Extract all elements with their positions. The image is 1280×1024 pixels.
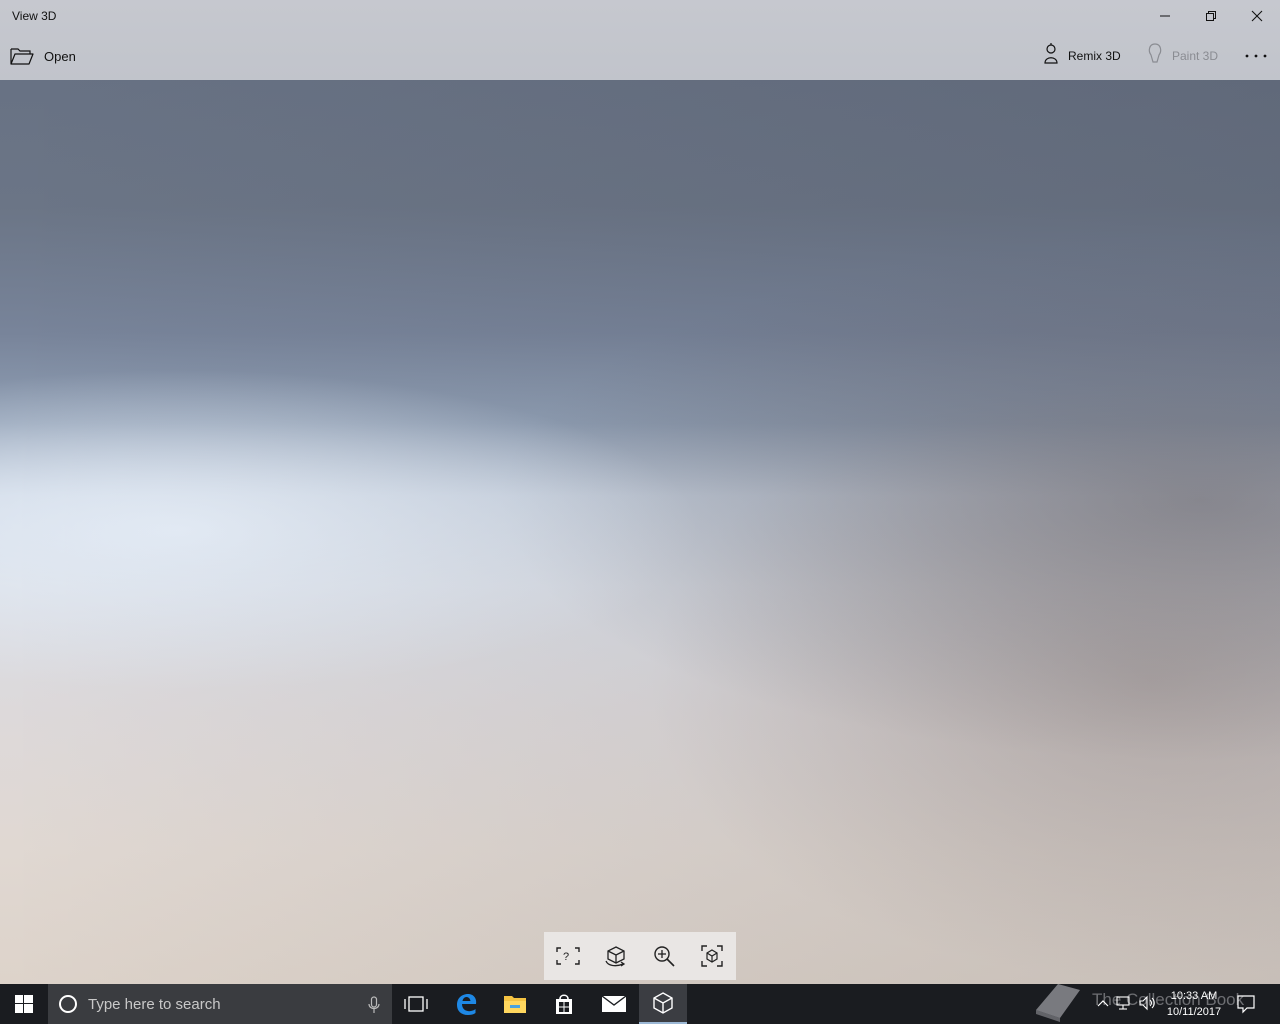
taskbar: Type here to search The Collection Book … xyxy=(0,984,1280,1024)
paint-3d-button[interactable]: Paint 3D xyxy=(1144,42,1228,70)
reset-view-button[interactable] xyxy=(688,932,736,980)
restore-icon xyxy=(1206,11,1216,21)
folder-open-icon xyxy=(8,44,36,68)
reset-view-icon xyxy=(701,945,723,967)
open-button[interactable]: Open xyxy=(8,42,88,70)
svg-text:?: ? xyxy=(563,951,569,963)
viewport-shading xyxy=(0,80,1280,984)
minimize-icon xyxy=(1160,15,1170,17)
window-title: View 3D xyxy=(12,9,57,23)
clock-time: 10:33 AM xyxy=(1170,990,1218,1002)
remix-3d-label: Remix 3D xyxy=(1068,49,1121,63)
mail-icon xyxy=(601,995,627,1012)
restore-button[interactable] xyxy=(1188,0,1234,32)
open-label: Open xyxy=(44,48,76,64)
zoom-button[interactable] xyxy=(640,932,688,980)
taskbar-edge[interactable] xyxy=(442,984,490,1024)
microphone-icon[interactable] xyxy=(368,996,380,1014)
edge-icon xyxy=(457,994,477,1015)
view3d-window: View 3D Open Remix 3D Paint 3D ? xyxy=(0,0,1280,984)
title-bar: View 3D Open Remix 3D Paint 3D xyxy=(0,0,1280,80)
taskbar-clock[interactable]: 10:33 AM 10/11/2017 xyxy=(1158,988,1230,1020)
paint-3d-label: Paint 3D xyxy=(1172,49,1219,63)
taskbar-file-explorer[interactable] xyxy=(491,984,539,1024)
taskbar-search-box[interactable]: Type here to search xyxy=(48,984,392,1024)
task-view-button[interactable] xyxy=(392,984,440,1024)
taskbar-mail[interactable] xyxy=(590,984,638,1024)
cortana-icon xyxy=(48,994,88,1014)
view-toolbar: ? xyxy=(544,932,736,980)
task-view-icon xyxy=(404,996,428,1012)
volume-icon[interactable] xyxy=(1138,994,1158,1012)
network-icon[interactable] xyxy=(1114,994,1134,1012)
taskbar-view-3d[interactable] xyxy=(639,984,687,1024)
tray-icons xyxy=(1096,994,1158,1012)
search-placeholder: Type here to search xyxy=(88,995,221,1013)
remix-3d-icon xyxy=(1040,42,1062,71)
zoom-in-icon xyxy=(654,946,675,967)
3d-viewport[interactable] xyxy=(0,80,1280,984)
more-icon xyxy=(1245,54,1267,58)
folder-icon xyxy=(504,996,526,1013)
action-center-icon[interactable] xyxy=(1236,994,1256,1014)
taskbar-store[interactable] xyxy=(540,984,588,1024)
more-options-button[interactable] xyxy=(1238,42,1274,70)
show-hidden-icons-icon[interactable] xyxy=(1096,994,1110,1012)
watermark-book-icon xyxy=(1036,984,1080,1022)
paint-3d-icon xyxy=(1144,42,1166,71)
close-button[interactable] xyxy=(1234,0,1280,32)
minimize-button[interactable] xyxy=(1142,0,1188,32)
start-button[interactable] xyxy=(0,984,48,1024)
view-3d-icon xyxy=(653,992,673,1014)
animation-icon xyxy=(605,946,626,967)
remix-3d-button[interactable]: Remix 3D xyxy=(1040,42,1130,70)
mixed-reality-button[interactable]: ? xyxy=(544,932,592,980)
close-icon xyxy=(1251,10,1263,22)
mixed-reality-icon: ? xyxy=(556,947,580,965)
animation-button[interactable] xyxy=(592,932,640,980)
system-tray: The Collection Book 10:33 AM 10/11/2017 xyxy=(1030,984,1280,1024)
windows-logo-icon xyxy=(15,995,33,1013)
store-icon xyxy=(556,994,572,1014)
clock-date: 10/11/2017 xyxy=(1166,1006,1222,1018)
